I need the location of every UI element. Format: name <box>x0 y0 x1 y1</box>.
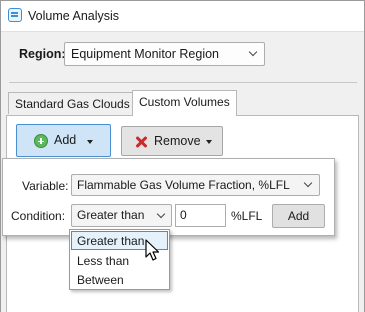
add-volume-flyout: Variable: Flammable Gas Volume Fraction,… <box>2 158 335 236</box>
caret-down-icon <box>206 140 212 144</box>
mouse-pointer-icon <box>145 239 160 261</box>
unit-label: %LFL <box>231 209 263 223</box>
add-condition-button[interactable]: Add <box>272 204 325 228</box>
window-title: Volume Analysis <box>28 9 120 23</box>
option-between[interactable]: Between <box>71 270 168 289</box>
condition-select-value: Greater than <box>77 208 145 222</box>
chevron-down-icon <box>156 209 166 219</box>
title-bar: Volume Analysis <box>1 1 364 31</box>
add-button[interactable]: Add <box>16 124 111 157</box>
region-select[interactable]: Equipment Monitor Region <box>64 42 265 66</box>
region-panel: Region: Equipment Monitor Region <box>1 31 364 83</box>
variable-select-value: Flammable Gas Volume Fraction, %LFL <box>77 178 290 192</box>
region-label: Region: <box>19 47 66 61</box>
volume-analysis-window: Volume Analysis Region: Equipment Monito… <box>0 0 365 312</box>
remove-x-icon <box>134 135 148 149</box>
condition-select[interactable]: Greater than <box>71 204 172 227</box>
condition-label: Condition: <box>11 209 66 223</box>
caret-down-icon <box>87 140 93 144</box>
remove-button-label: Remove <box>154 134 201 148</box>
chevron-down-icon <box>303 178 313 188</box>
threshold-value: 0 <box>180 208 187 222</box>
variable-label: Variable: <box>22 179 69 193</box>
region-select-value: Equipment Monitor Region <box>71 47 219 61</box>
threshold-input[interactable]: 0 <box>175 204 226 227</box>
tab-custom-volumes[interactable]: Custom Volumes <box>132 90 237 116</box>
plus-circle-icon <box>34 134 48 148</box>
add-button-label: Add <box>54 133 77 147</box>
app-table-icon <box>8 8 22 22</box>
chevron-down-icon <box>248 47 258 57</box>
variable-select[interactable]: Flammable Gas Volume Fraction, %LFL <box>71 174 320 196</box>
tab-standard-gas-clouds[interactable]: Standard Gas Clouds <box>8 92 137 114</box>
remove-button[interactable]: Remove <box>121 126 223 156</box>
